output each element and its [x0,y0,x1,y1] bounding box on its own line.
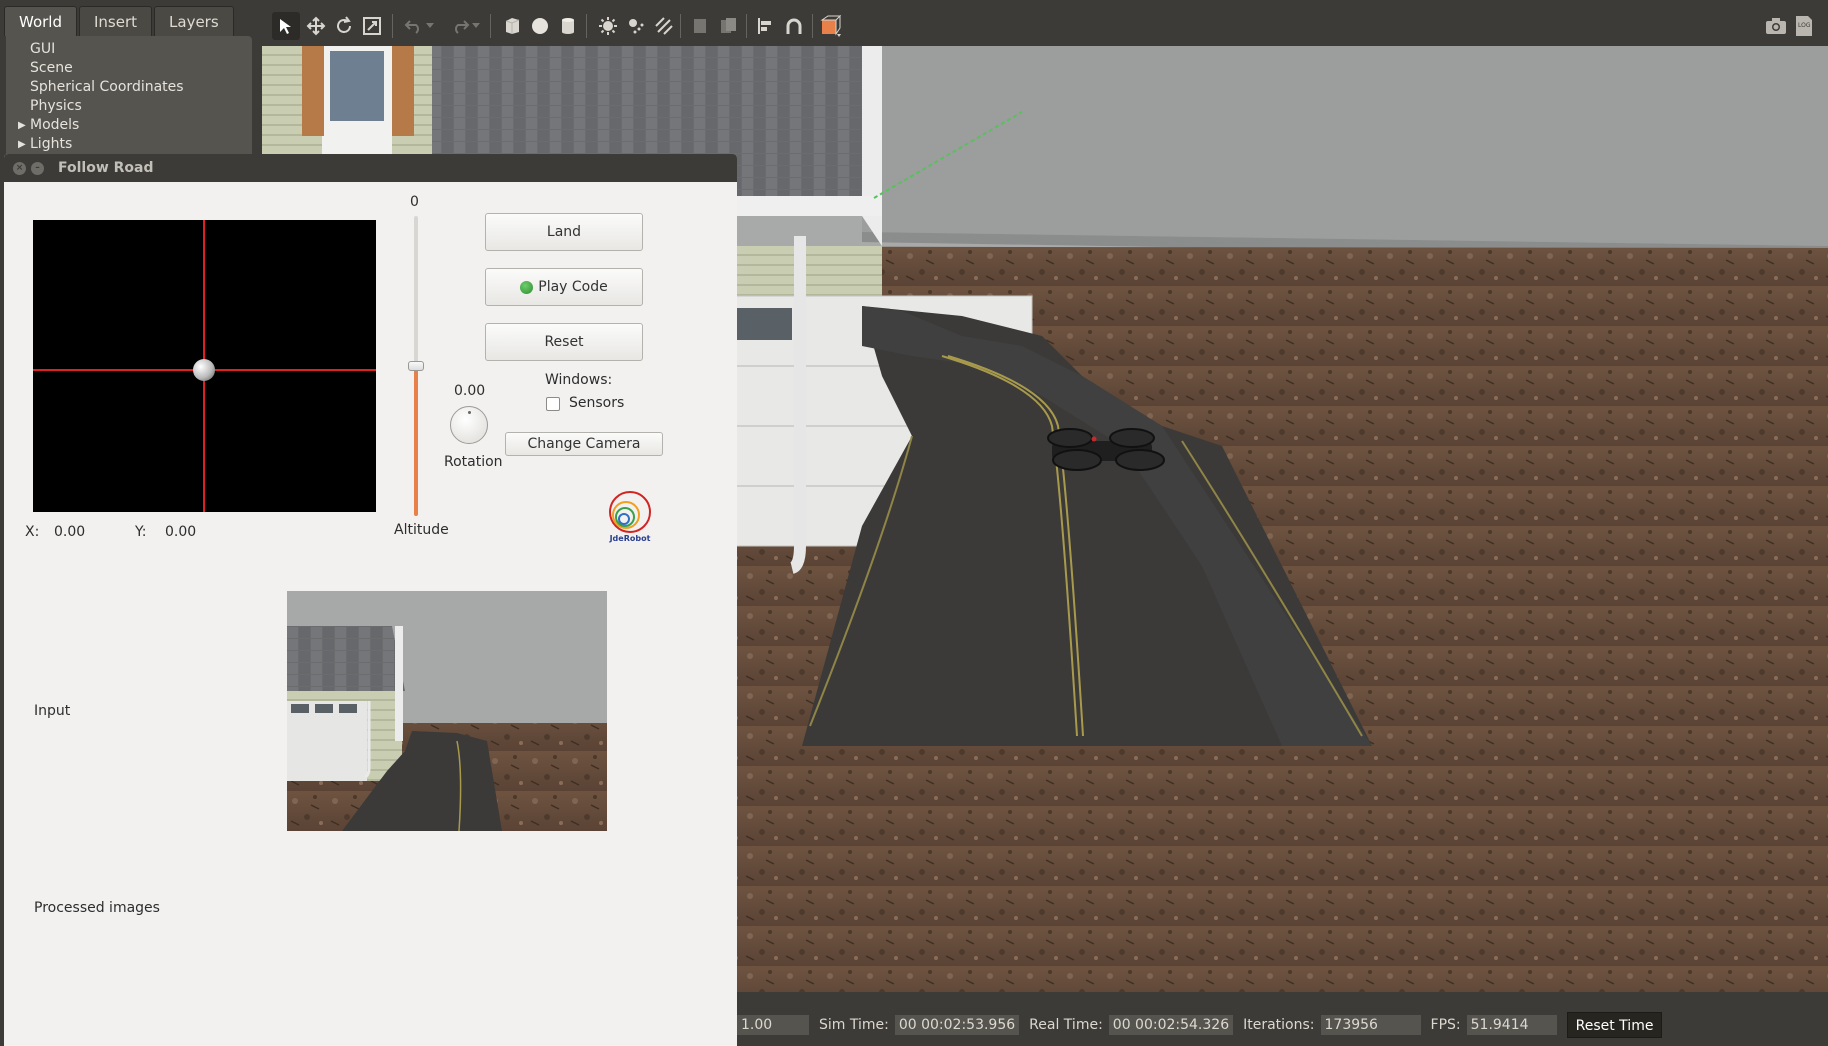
toolbar-divider [586,14,587,38]
play-status-icon [520,280,534,294]
select-arrow-icon[interactable] [272,12,300,40]
spot-light-icon[interactable] [622,12,650,40]
expand-arrow-icon[interactable]: ▶ [18,116,26,135]
align-icon[interactable] [752,12,780,40]
altitude-slider-handle[interactable] [408,361,424,371]
undo-dropdown-icon[interactable] [422,12,438,40]
directional-light-icon[interactable] [650,12,678,40]
real-time-value: 00 00:02:54.326 [1108,1015,1234,1035]
world-tree: GUI Scene Spherical Coordinates Physics … [6,36,252,160]
sim-time-label: Sim Time: [819,1017,889,1033]
rotation-value: 0.00 [454,383,486,399]
reset-button-label: Reset [544,334,584,350]
tree-item-label: Spherical Coordinates [30,79,184,95]
real-time-factor-value: 1.00 [737,1015,809,1035]
tree-item-scene[interactable]: Scene [6,59,252,78]
view-angle-icon[interactable] [818,12,846,40]
y-value: 0.00 [165,524,197,540]
x-value: 0.00 [54,524,86,540]
rotate-icon[interactable] [330,12,358,40]
minimize-icon[interactable]: – [31,162,44,175]
reset-button[interactable]: Reset [485,323,643,361]
altitude-label: Altitude [394,522,449,538]
tree-item-label: Models [30,117,80,133]
tree-item-label: Lights [30,136,73,152]
toolbar-divider [812,14,813,38]
input-label: Input [34,703,71,719]
snap-icon[interactable] [780,12,808,40]
rotation-dial[interactable] [450,406,488,444]
change-camera-button-label: Change Camera [527,436,641,452]
redo-dropdown-icon[interactable] [468,12,484,40]
x-label: X: [25,524,40,540]
screenshot-icon[interactable] [1762,12,1790,40]
iterations-value: 173956 [1320,1015,1421,1035]
box-icon[interactable] [498,12,526,40]
reset-time-button[interactable]: Reset Time [1566,1012,1663,1038]
sensors-checkbox[interactable] [546,397,560,411]
rotation-label: Rotation [444,454,503,470]
scale-icon[interactable] [358,12,386,40]
logo-wordmark: JdeRobot [609,534,651,543]
tree-item-label: Scene [30,60,73,76]
gazebo-toolbar: LOG [262,6,1828,46]
point-light-icon[interactable] [594,12,622,40]
gazebo-side-panel: World Insert Layers GUI Scene Spherical … [0,0,260,160]
fps-label: FPS: [1430,1017,1461,1033]
tree-item-gui[interactable]: GUI [6,40,252,59]
gazebo-tab-bar: World Insert Layers [4,6,236,36]
teleop-ball-handle[interactable] [193,359,215,381]
tree-item-spherical-coordinates[interactable]: Spherical Coordinates [6,78,252,97]
camera-view [287,591,607,831]
tab-world[interactable]: World [4,6,77,36]
tree-item-lights[interactable]: ▶ Lights [6,135,252,154]
expand-arrow-icon[interactable]: ▶ [18,135,26,154]
tree-item-physics[interactable]: Physics [6,97,252,116]
gazebo-status-bar: 1.00 Sim Time: 00 00:02:53.956 Real Time… [735,1004,1828,1046]
altitude-slider[interactable] [408,216,424,516]
cylinder-icon[interactable] [554,12,582,40]
teleop-pad[interactable] [33,220,376,512]
follow-road-window: × – Follow Road X: 0.00 Y: 0.00 0 Altitu… [4,154,737,1046]
toolbar-divider [392,14,393,38]
land-button-label: Land [546,224,582,240]
log-icon[interactable]: LOG [1790,12,1818,40]
tree-item-label: GUI [30,41,56,57]
real-time-label: Real Time: [1029,1017,1103,1033]
rotation-dial-indicator [468,411,471,414]
altitude-slider-fill [414,366,418,516]
altitude-max-value: 0 [410,194,419,210]
processed-images-label: Processed images [34,900,160,916]
input-camera-image [287,591,607,831]
window-title: Follow Road [58,160,154,176]
change-camera-button[interactable]: Change Camera [505,432,663,456]
land-button[interactable]: Land [485,213,643,251]
windows-label: Windows: [545,372,613,388]
jderobot-logo: JdeRobot [606,490,654,546]
fps-value: 51.9414 [1466,1015,1557,1035]
svg-text:LOG: LOG [1798,22,1811,29]
toolbar-divider [490,14,491,38]
toolbar-divider [680,14,681,38]
iterations-label: Iterations: [1243,1017,1315,1033]
copy-icon[interactable] [686,12,714,40]
sphere-icon[interactable] [526,12,554,40]
tree-item-label: Physics [30,98,82,114]
tree-item-models[interactable]: ▶ Models [6,116,252,135]
window-titlebar[interactable]: × – Follow Road [4,154,737,182]
paste-icon[interactable] [714,12,742,40]
play-code-button-label: Play Code [538,279,608,295]
play-code-button[interactable]: Play Code [485,268,643,306]
tab-layers[interactable]: Layers [154,6,234,36]
sim-time-value: 00 00:02:53.956 [894,1015,1020,1035]
close-icon[interactable]: × [13,162,26,175]
tab-insert[interactable]: Insert [79,6,153,36]
sensors-label: Sensors [569,395,625,411]
y-label: Y: [135,524,147,540]
translate-icon[interactable] [302,12,330,40]
toolbar-divider [746,14,747,38]
